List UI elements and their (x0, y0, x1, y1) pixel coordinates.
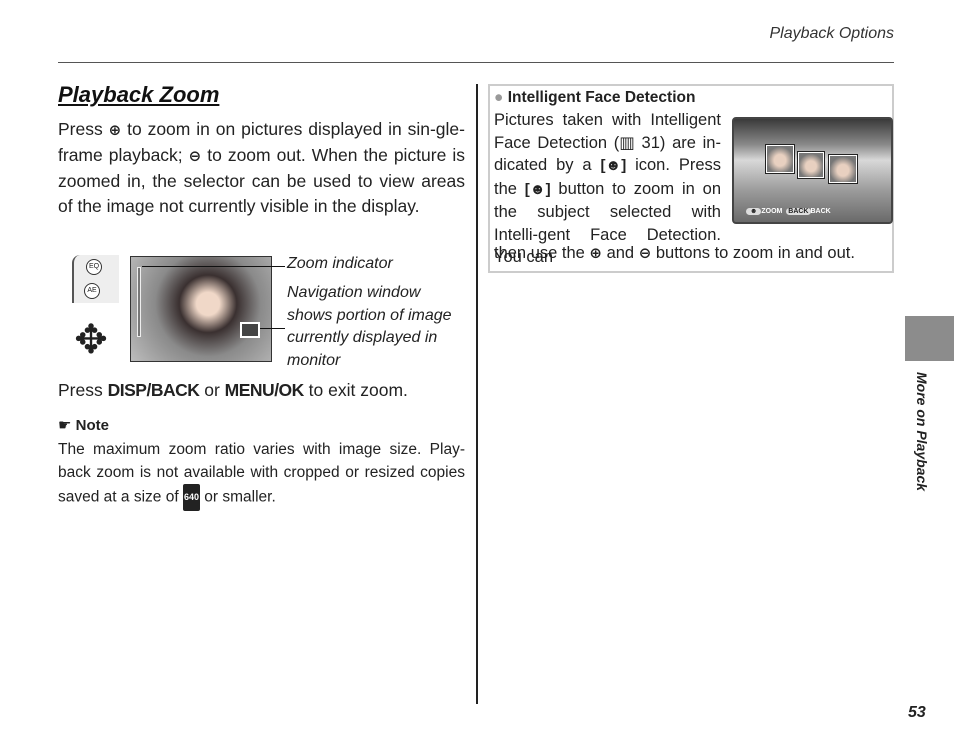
text: Press (58, 119, 109, 139)
text: buttons to zoom in and out. (651, 244, 855, 262)
tip-text-last: then use the ⊕ and ⊖ buttons to zoom in … (494, 244, 855, 263)
zoom-in-icon: ⊕ (108, 122, 122, 139)
text: or smaller. (199, 488, 276, 506)
intro-paragraph: Press ⊕ to zoom in on pictures displayed… (58, 117, 465, 219)
back-label: BACK (810, 208, 831, 215)
zoom-figure: EQ AE ✥ Zoom indicator Navigation window… (72, 255, 472, 369)
tip-icon: ● (494, 89, 504, 106)
header-rule (58, 62, 894, 63)
menu-ok-label: MENU/OK (224, 380, 305, 400)
text: to exit zoom. (303, 380, 408, 400)
zoom-label: ZOOM (761, 208, 783, 215)
face-detection-icon: [☻] (600, 157, 627, 174)
face-frame (828, 154, 858, 184)
note-heading: ☛ Note (58, 416, 109, 434)
callout-line-nav (260, 328, 285, 329)
image-size-640-icon: 640 (182, 484, 200, 511)
back-button-glyph: BACK (786, 208, 811, 215)
note-heading-text: Note (75, 417, 109, 434)
screen-controls: ☻ ZOOM BACK BACK (746, 208, 831, 215)
text: Press (58, 380, 108, 400)
column-divider (476, 84, 478, 704)
book-icon: ▥ (619, 133, 642, 152)
zoom-in-icon: ⊕ (589, 245, 602, 262)
face-detection-icon: [☻] (524, 180, 551, 198)
face-frame (797, 151, 825, 179)
navigation-window-caption: Navigation window shows portion of image… (287, 284, 452, 369)
note-text: The maximum zoom ratio varies with image… (58, 438, 465, 511)
section-label: More on Playback (914, 372, 930, 492)
callout-line-zoom (142, 266, 285, 267)
eq-button: EQ (86, 259, 102, 275)
navigation-window (240, 322, 260, 338)
running-header: Playback Options (769, 25, 894, 42)
text: and (602, 244, 639, 262)
text: then use the (494, 244, 590, 262)
page-number: 53 (908, 704, 926, 721)
camera-buttons-illustration: EQ AE (72, 255, 119, 303)
zoom-out-icon: ⊖ (638, 245, 652, 262)
note-icon: ☛ (58, 417, 76, 434)
text: or (199, 380, 225, 400)
zoom-indicator-bar (137, 267, 141, 337)
page-title: Playback Zoom (58, 82, 220, 107)
disp-back-label: DISP/BACK (107, 380, 200, 400)
tip-box: ● Intelligent Face Detection Pictures ta… (488, 84, 894, 273)
zoom-out-icon: ⊖ (188, 148, 202, 165)
zoom-indicator-caption: Zoom indicator (287, 255, 393, 272)
zoomed-photo (130, 256, 272, 362)
tip-heading: ● Intelligent Face Detection (494, 89, 695, 107)
page-ref: 31 (641, 133, 660, 152)
face-detection-photo: ☻ ZOOM BACK BACK (732, 117, 893, 224)
selector-dpad-icon: ✥ (74, 318, 108, 362)
exit-zoom-text: Press DISP/BACK or MENU/OK to exit zoom. (58, 380, 408, 401)
face-zoom-button: ☻ (746, 208, 762, 215)
tip-heading-text: Intelligent Face Detection (507, 89, 696, 106)
ae-button: AE (84, 283, 100, 299)
section-tab (905, 316, 954, 361)
face-frame (765, 144, 795, 174)
